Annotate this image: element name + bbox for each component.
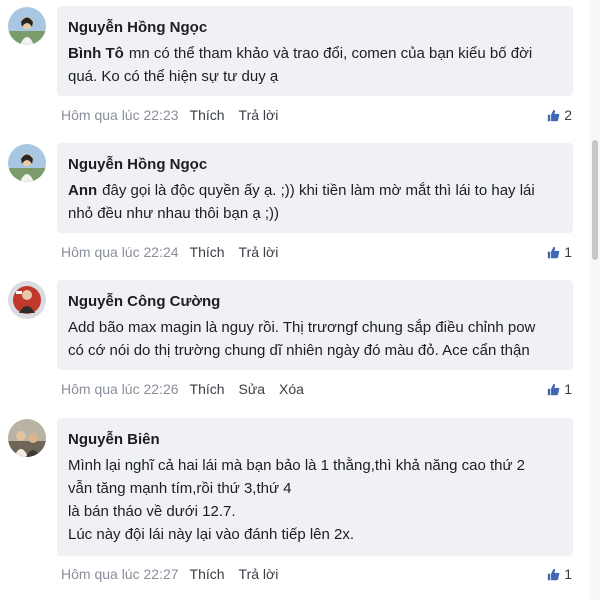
reply-button[interactable]: Trả lời	[239, 107, 279, 123]
comment-bubble: Nguyễn Hồng Ngọc Bình Tô mn có thể tham k…	[57, 6, 573, 96]
like-count[interactable]: 2	[547, 106, 572, 124]
comment-timestamp[interactable]: Hôm qua lúc 22:23	[61, 107, 179, 123]
comment-meta: Hôm qua lúc 22:26 Thích Sửa Xóa	[61, 380, 318, 398]
comment-text: Mình lại nghĩ cả hai lái mà bạn bảo là 1…	[68, 454, 561, 546]
edit-button[interactable]: Sửa	[239, 381, 266, 397]
comment-bubble: Nguyễn Hồng Ngọc Ann đây gọi là độc quyền…	[57, 143, 573, 233]
comment-line: Add bão max magin là nguy rồi. Thị trươn…	[68, 319, 536, 336]
comment-text: Add bão max magin là nguy rồi. Thị trươn…	[68, 316, 561, 362]
like-button[interactable]: Thích	[190, 566, 225, 582]
reply-button[interactable]: Trả lời	[239, 244, 279, 260]
mention-link[interactable]: Bình Tô	[68, 45, 124, 62]
like-button[interactable]: Thích	[190, 381, 225, 397]
like-count[interactable]: 1	[547, 565, 572, 583]
like-count[interactable]: 1	[547, 380, 572, 398]
like-count-value: 1	[564, 566, 572, 582]
like-count[interactable]: 1	[547, 243, 572, 261]
avatar[interactable]	[8, 419, 46, 457]
comment-meta: Hôm qua lúc 22:27 Thích Trả lời	[61, 565, 292, 583]
user-avatar-icon	[8, 419, 46, 457]
mention-link[interactable]: Ann	[68, 182, 97, 199]
user-avatar-icon	[8, 281, 46, 319]
like-button[interactable]: Thích	[190, 244, 225, 260]
comment-author[interactable]: Nguyễn Hồng Ngọc	[68, 155, 561, 175]
like-count-value: 1	[564, 381, 572, 397]
comment-timestamp[interactable]: Hôm qua lúc 22:26	[61, 381, 179, 397]
thumbs-up-icon	[548, 109, 560, 121]
comment-text: Bình Tô mn có thể tham khảo và trao đổi, …	[68, 42, 561, 88]
comment-author[interactable]: Nguyễn Biên	[68, 430, 561, 450]
comment-timestamp[interactable]: Hôm qua lúc 22:27	[61, 566, 179, 582]
thumbs-up-icon	[548, 568, 560, 580]
user-avatar-icon	[8, 144, 46, 182]
comment-author[interactable]: Nguyễn Hồng Ngọc	[68, 18, 561, 38]
like-button[interactable]: Thích	[190, 107, 225, 123]
like-count-value: 1	[564, 244, 572, 260]
comment-line: là bán tháo về dưới 12.7.	[68, 503, 236, 520]
comment-bubble: Nguyễn Công Cường Add bão max magin là n…	[57, 280, 573, 370]
comment-line: Lúc này đội lái này lại vào đánh tiếp lê…	[68, 526, 355, 543]
comment-timestamp[interactable]: Hôm qua lúc 22:24	[61, 244, 179, 260]
comment-line: vẫn tăng mạnh tím,rồi thứ 3,thứ 4	[68, 480, 292, 497]
avatar[interactable]	[8, 281, 46, 319]
avatar[interactable]	[8, 7, 46, 45]
comment-meta: Hôm qua lúc 22:23 Thích Trả lời	[61, 106, 292, 124]
like-count-value: 2	[564, 107, 572, 123]
thumbs-up-icon	[548, 246, 560, 258]
scrollbar-thumb[interactable]	[592, 140, 598, 260]
comment-text: Ann đây gọi là độc quyền ấy ạ. ;)) khi ti…	[68, 179, 561, 225]
comment-line: đây gọi là độc quyền ấy ạ. ;)) khi tiền …	[102, 182, 535, 199]
comment-line: quá. Ko có thể hiện sự tư duy ạ	[68, 68, 279, 85]
comment-line: mn có thể tham khảo và trao đổi, comen c…	[128, 45, 533, 62]
delete-button[interactable]: Xóa	[279, 381, 304, 397]
comment-line: nhỏ đều như nhau thôi bạn ạ ;))	[68, 205, 280, 222]
comment-meta: Hôm qua lúc 22:24 Thích Trả lời	[61, 243, 292, 261]
reply-button[interactable]: Trả lời	[239, 566, 279, 582]
thumbs-up-icon	[548, 383, 560, 395]
comment-line: có cớ nói do thị trường chung dĩ nhiên n…	[68, 342, 530, 359]
user-avatar-icon	[8, 7, 46, 45]
avatar[interactable]	[8, 144, 46, 182]
comment-bubble: Nguyễn Biên Mình lại nghĩ cả hai lái mà …	[57, 418, 573, 556]
scrollbar[interactable]	[590, 0, 600, 600]
comment-author[interactable]: Nguyễn Công Cường	[68, 292, 561, 312]
comment-line: Mình lại nghĩ cả hai lái mà bạn bảo là 1…	[68, 457, 526, 474]
